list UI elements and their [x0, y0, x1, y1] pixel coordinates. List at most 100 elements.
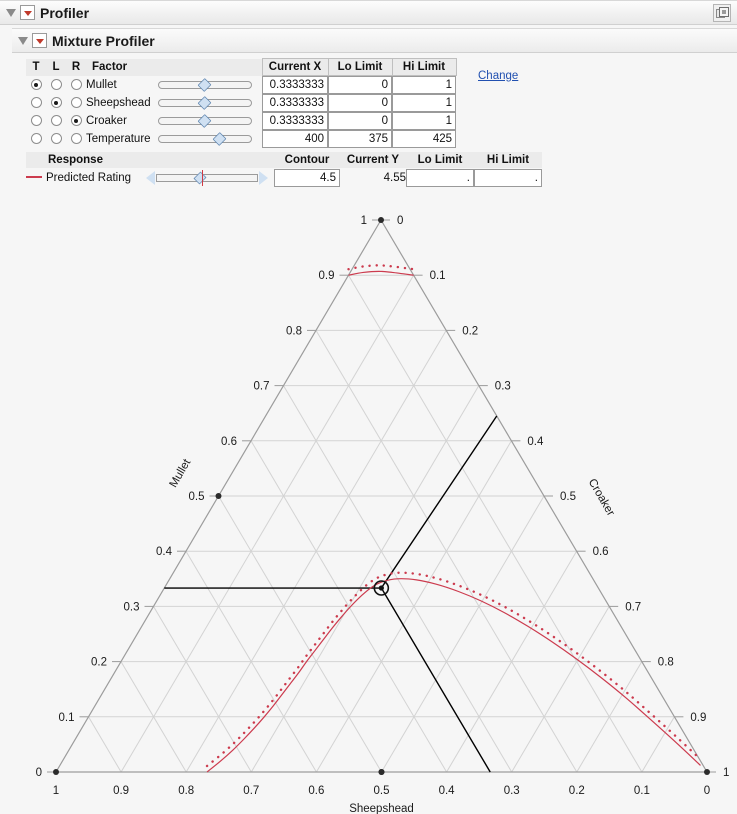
mullet-tick-1: 1 — [361, 215, 367, 227]
col-current-x: Current X — [261, 58, 329, 76]
response-color-swatch — [26, 176, 42, 179]
radio-r-sheepshead[interactable] — [66, 94, 86, 112]
radio-l-sheepshead[interactable] — [46, 94, 66, 112]
factor-slider-croaker[interactable] — [158, 112, 262, 130]
sheepshead-tick-0.4: 0.4 — [439, 785, 456, 797]
hi-limit-croaker-cell[interactable]: 1 — [392, 112, 456, 130]
col-hi-limit: Hi Limit — [391, 58, 457, 76]
contour-solid-1 — [348, 270, 414, 276]
axis-name-mullet: Mullet — [168, 456, 194, 489]
factor-table-header-row: T L R Factor Current X Lo Limit Hi Limit — [26, 58, 457, 76]
contour-dotted-1 — [347, 264, 415, 271]
ternary-plot-svg[interactable]: 00.10.20.30.40.50.60.70.80.91 00.10.20.30… — [0, 190, 737, 814]
mixture-profiler-titlebar[interactable]: Mixture Profiler — [12, 28, 737, 53]
current-y-value: 4.55 — [383, 171, 406, 184]
contour-slider[interactable] — [146, 168, 274, 187]
factor-name-mullet: Mullet — [86, 78, 117, 91]
outliner-triangle-icon[interactable] — [4, 6, 18, 20]
factor-slider-mullet[interactable] — [158, 76, 262, 95]
current-point-dot — [378, 585, 384, 591]
contour-slider-left-arrow — [146, 170, 155, 185]
gridline-sheepshead — [218, 495, 382, 773]
radio-r-mullet[interactable] — [66, 76, 86, 95]
lo-limit-croaker-cell[interactable]: 0 — [328, 112, 392, 130]
col-response-slider-spacer — [146, 152, 274, 168]
radio-l-temperature[interactable] — [46, 130, 66, 148]
sheepshead-tick-0.6: 0.6 — [308, 785, 324, 797]
profiler-title: Profiler — [40, 4, 90, 21]
radio-t-croaker[interactable] — [26, 112, 46, 130]
hi-limit-sheepshead-cell[interactable]: 1 — [392, 94, 456, 112]
factor-slider-temperature[interactable] — [158, 130, 262, 148]
response-row-predicted-rating: Predicted Rating 4.5 4.55 . . — [26, 168, 542, 187]
mullet-tick-0.9: 0.9 — [319, 270, 335, 282]
contour-value-cell[interactable]: 4.5 — [274, 168, 340, 187]
constraint-lines — [164, 415, 498, 773]
factor-name-croaker: Croaker — [86, 115, 127, 127]
col-response: Response — [26, 152, 146, 168]
ternary-gridlines — [88, 274, 675, 773]
mullet-tick-0.6: 0.6 — [221, 436, 237, 448]
profiler-titlebar[interactable]: Profiler — [0, 0, 737, 25]
gridline-sheepshead — [88, 716, 122, 773]
sheepshead-tick-0.1: 0.1 — [634, 785, 650, 797]
outliner-triangle-icon-inner[interactable] — [16, 34, 30, 48]
col-response-lo-limit: Lo Limit — [406, 152, 474, 168]
radio-t-sheepshead[interactable] — [26, 94, 46, 112]
factor-slider-sheepshead[interactable] — [158, 94, 262, 112]
bottom-left — [53, 769, 59, 775]
change-limits-link[interactable]: Change — [478, 70, 518, 82]
fit-window-icon[interactable] — [713, 4, 731, 22]
radio-r-croaker[interactable] — [66, 112, 86, 130]
hi-limit-temperature-cell[interactable]: 425 — [392, 130, 456, 148]
profiler-menu-icon[interactable] — [20, 5, 35, 20]
croaker-tick-0.9: 0.9 — [690, 712, 706, 724]
sheepshead-tick-0.2: 0.2 — [569, 785, 585, 797]
profiler-window: Profiler Mixture Profiler T L R Factor C… — [0, 0, 737, 814]
sheepshead-tick-0: 0 — [704, 785, 710, 797]
current-x-mullet-cell[interactable]: 0.3333333 — [262, 76, 328, 94]
col-contour: Contour — [274, 152, 340, 168]
gridline-sheepshead — [348, 274, 643, 773]
left-edge-0.5 — [215, 493, 222, 499]
col-t: T — [26, 58, 46, 76]
mullet-tick-0: 0 — [36, 767, 42, 779]
radio-l-croaker[interactable] — [46, 112, 66, 130]
mixture-profiler-menu-icon[interactable] — [32, 33, 47, 48]
radio-t-mullet[interactable] — [26, 76, 46, 95]
response-table-header-row: Response Contour Current Y Lo Limit Hi L… — [26, 152, 542, 168]
col-lo-limit: Lo Limit — [327, 58, 393, 76]
bottom-0.5 — [378, 769, 385, 775]
mixture-ternary-plot[interactable]: 0 0.1 0.2 0.3 0.4 0.5 0.6 0.7 0.8 0.9 1 0 0.1 0.2 0.3 0… — [0, 190, 737, 814]
croaker-tick-1: 1 — [723, 767, 729, 779]
sheepshead-tick-0.8: 0.8 — [178, 785, 194, 797]
response-table: Response Contour Current Y Lo Limit Hi L… — [26, 152, 542, 187]
lo-limit-mullet-cell[interactable]: 0 — [328, 76, 392, 94]
hi-limit-mullet-cell[interactable]: 1 — [392, 76, 456, 94]
response-hi-limit-cell[interactable]: . — [474, 168, 542, 187]
sheepshead-tick-0.9: 0.9 — [113, 785, 129, 797]
croaker-tick-0.3: 0.3 — [495, 381, 511, 393]
current-x-temperature-cell[interactable]: 400 — [262, 130, 328, 148]
radio-r-temperature[interactable] — [66, 130, 86, 148]
response-name-cell: Predicted Rating — [26, 168, 146, 187]
response-lo-limit-cell[interactable]: . — [406, 168, 474, 187]
sheepshead-tick-0.3: 0.3 — [504, 785, 520, 797]
mullet-tick-0.3: 0.3 — [124, 601, 140, 613]
bottom-right — [704, 769, 710, 775]
lo-limit-sheepshead-cell[interactable]: 0 — [328, 94, 392, 112]
col-l: L — [46, 58, 66, 76]
radio-t-temperature[interactable] — [26, 130, 46, 148]
current-x-croaker-cell[interactable]: 0.3333333 — [262, 112, 328, 130]
lo-limit-temperature-cell[interactable]: 375 — [328, 130, 392, 148]
factor-name-temperature: Temperature — [86, 133, 151, 145]
current-x-sheepshead-cell[interactable]: 0.3333333 — [262, 94, 328, 112]
mullet-tick-0.8: 0.8 — [286, 325, 302, 337]
gridline-croaker — [250, 385, 480, 773]
factor-table-panel: T L R Factor Current X Lo Limit Hi Limit… — [26, 58, 457, 148]
croaker-tick-0.8: 0.8 — [658, 657, 674, 669]
response-table-panel: Response Contour Current Y Lo Limit Hi L… — [26, 152, 542, 187]
sheepshead-tick-1: 1 — [53, 785, 59, 797]
radio-l-mullet[interactable] — [46, 76, 66, 95]
sheepshead-tick-0.7: 0.7 — [243, 785, 259, 797]
